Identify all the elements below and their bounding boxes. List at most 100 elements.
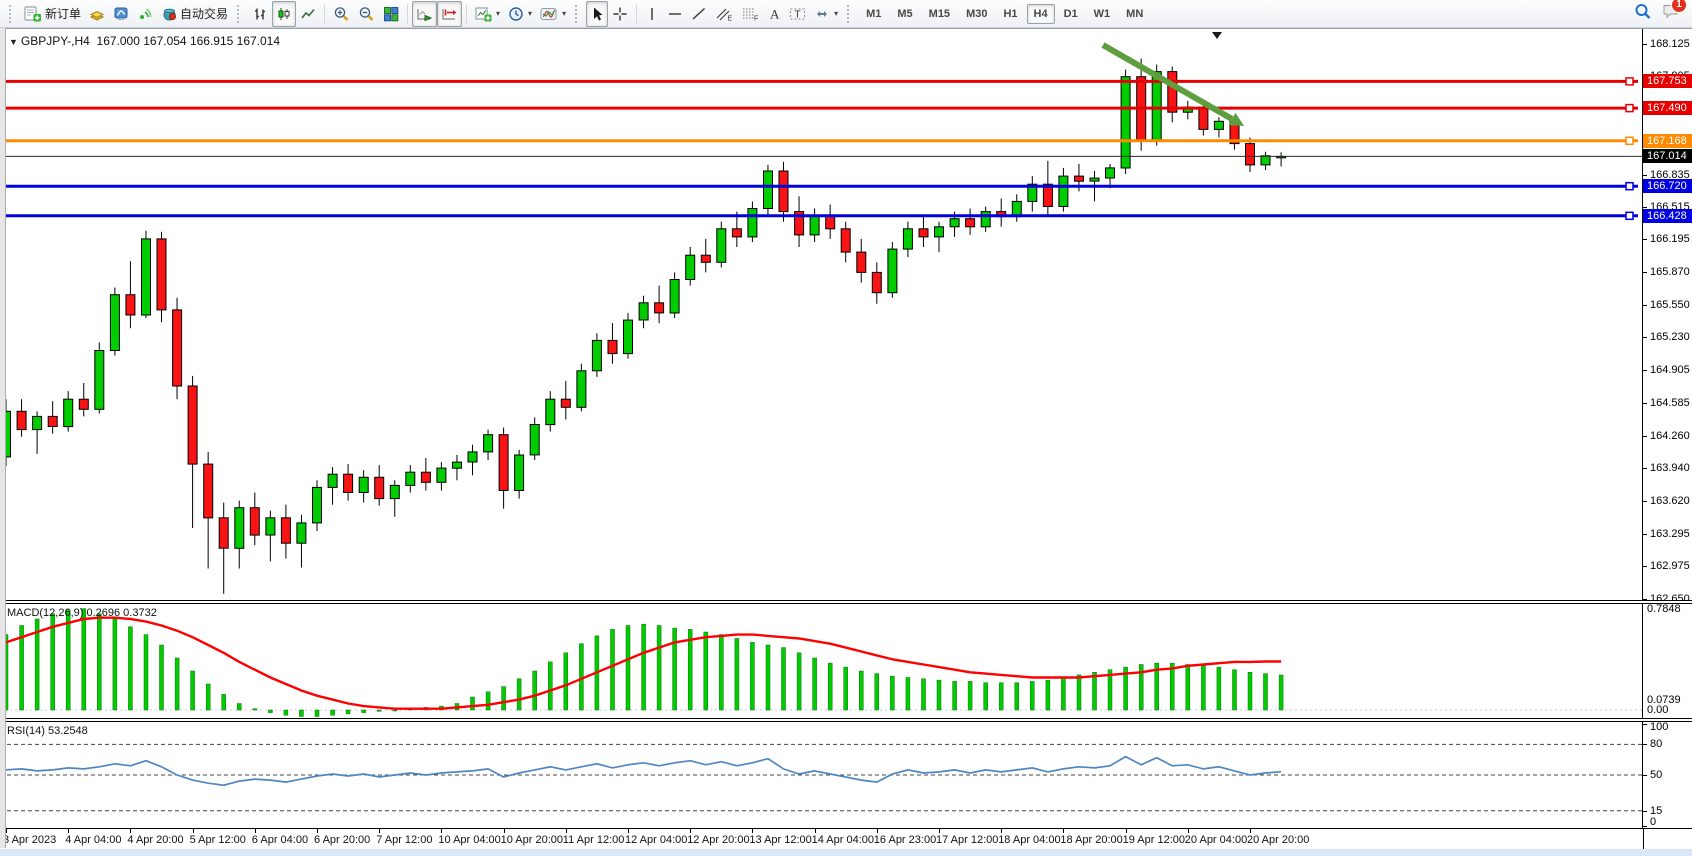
timeframe-m30-button[interactable]: M30 <box>959 4 994 24</box>
timeframe-h4-button[interactable]: H4 <box>1027 4 1055 24</box>
new-order-button[interactable]: 新订单 <box>20 1 85 27</box>
toolbar-grip[interactable] <box>237 5 243 23</box>
text-label-button[interactable]: T <box>785 1 810 27</box>
time-tick-label: 11 Apr 12:00 <box>563 834 625 846</box>
timeframe-d1-button[interactable]: D1 <box>1057 4 1085 24</box>
timeframe-mn-button[interactable]: MN <box>1119 4 1150 24</box>
search-button[interactable] <box>1634 3 1652 25</box>
time-tick-label: 3 Apr 2023 <box>3 834 56 846</box>
line-handle[interactable] <box>1626 183 1633 190</box>
crosshair-button[interactable] <box>608 1 632 27</box>
time-tick <box>504 829 505 833</box>
price-tick-label: 164.260 <box>1650 430 1690 442</box>
price-chart-canvas[interactable] <box>0 29 1643 601</box>
chevron-down-icon[interactable]: ▾ <box>562 9 566 18</box>
rsi-panel[interactable]: RSI(14) 53.2548 1008050150 <box>0 722 1692 828</box>
window-menu-arrow-icon[interactable]: ▼ <box>9 37 18 47</box>
tile-windows-button[interactable] <box>379 1 403 27</box>
horizontal-line-button[interactable] <box>663 1 687 27</box>
auto-scroll-button[interactable] <box>412 1 437 27</box>
trendline-button[interactable] <box>687 1 711 27</box>
time-axis[interactable]: 3 Apr 2023 4 Apr 04:00 4 Apr 20:00 5 Apr 12… <box>0 828 1692 849</box>
price-tick-label: 162.975 <box>1650 560 1690 572</box>
vertical-line-button[interactable] <box>641 1 663 27</box>
timeframe-m15-button[interactable]: M15 <box>922 4 957 24</box>
arrows-button[interactable]: ▾ <box>810 1 842 27</box>
notifications-button[interactable]: 1 <box>1662 3 1680 24</box>
time-tick <box>193 829 194 833</box>
chart-shift-marker-icon[interactable] <box>1212 32 1222 39</box>
tile-windows-icon <box>383 6 399 22</box>
axis-tick <box>1643 468 1647 469</box>
panel-splitter[interactable] <box>0 600 1692 604</box>
line-handle[interactable] <box>1626 78 1633 85</box>
chevron-down-icon[interactable]: ▾ <box>528 9 532 18</box>
macd-chart-canvas[interactable] <box>0 604 1643 718</box>
chart-window[interactable]: ▼GBPJPY-,H4 167.000 167.054 166.915 167.… <box>0 28 1692 855</box>
price-panel[interactable]: ▼GBPJPY-,H4 167.000 167.054 166.915 167.… <box>0 28 1692 601</box>
line-handle[interactable] <box>1626 212 1633 219</box>
svg-text:F: F <box>754 15 758 22</box>
time-tick-label: 5 Apr 12:00 <box>190 834 246 846</box>
axis-tick <box>1643 175 1647 176</box>
price-tick-label: 163.295 <box>1650 528 1690 540</box>
time-tick-label: 6 Apr 20:00 <box>314 834 370 846</box>
axis-tick <box>1643 436 1647 437</box>
new-chart-button[interactable]: ▾ <box>471 1 504 27</box>
time-tick <box>566 829 567 833</box>
timeframe-m5-button[interactable]: M5 <box>890 4 919 24</box>
rsi-chart-canvas[interactable] <box>0 722 1643 828</box>
rsi-axis[interactable]: 1008050150 <box>1642 722 1692 828</box>
market-watch-button[interactable] <box>109 1 133 27</box>
line-chart-button[interactable] <box>296 1 320 27</box>
time-tick-label: 18 Apr 04:00 <box>998 834 1060 846</box>
price-axis[interactable]: 168.125167.805167.485167.165166.835166.5… <box>1642 29 1692 601</box>
time-tick-label: 14 Apr 04:00 <box>812 834 874 846</box>
horizontal-level-lines[interactable] <box>0 78 1642 219</box>
zoom-in-button[interactable] <box>329 1 354 27</box>
time-tick-label: 4 Apr 20:00 <box>127 834 183 846</box>
auto-trading-button[interactable]: 自动交易 <box>157 1 232 27</box>
period-selector-button[interactable]: ▾ <box>504 1 536 27</box>
macd-axis[interactable]: 0.78480.07390.00 <box>1642 604 1692 718</box>
candlestick-chart-button[interactable] <box>272 1 296 27</box>
macd-panel[interactable]: MACD(12,26,9) 0.2696 0.3732 0.78480.0739… <box>0 604 1692 718</box>
indicators-button[interactable]: ▾ <box>536 1 570 27</box>
timeframe-w1-button[interactable]: W1 <box>1087 4 1118 24</box>
auto-scroll-icon <box>416 6 433 22</box>
line-handle[interactable] <box>1626 137 1633 144</box>
shapes-icon <box>814 6 830 22</box>
chart-shift-button[interactable] <box>437 1 462 27</box>
equidistant-channel-button[interactable]: E <box>711 1 737 27</box>
rsi-line <box>6 757 1281 786</box>
axis-tick <box>1643 403 1647 404</box>
left-panel-edge[interactable] <box>0 28 6 848</box>
line-handle[interactable] <box>1626 105 1633 112</box>
price-tick-label: 165.230 <box>1650 331 1690 343</box>
mt4-window: 新订单 自动交易 ▾ ▾ ▾ E FAT ▾ M1M5M15M30H1H4D1W1MN 1 ▼GB… <box>0 0 1692 855</box>
rsi-tick-label: 80 <box>1650 738 1662 750</box>
timeframe-m1-button[interactable]: M1 <box>859 4 888 24</box>
chart-profiles-button[interactable] <box>85 1 109 27</box>
auto-trade-icon <box>161 6 177 22</box>
time-tick-label: 12 Apr 20:00 <box>687 834 749 846</box>
fibonacci-button[interactable]: F <box>737 1 763 27</box>
chevron-down-icon[interactable]: ▾ <box>834 9 838 18</box>
signals-button[interactable] <box>133 1 157 27</box>
time-tick-label: 12 Apr 04:00 <box>625 834 687 846</box>
time-tick <box>628 829 629 833</box>
text-button[interactable]: A <box>763 1 785 27</box>
price-tick-label: 163.940 <box>1650 462 1690 474</box>
toolbar-grip[interactable] <box>847 5 853 23</box>
bar-chart-button[interactable] <box>248 1 272 27</box>
cursor-button[interactable] <box>586 1 608 27</box>
price-tick-label: 164.905 <box>1650 364 1690 376</box>
toolbar-grip[interactable] <box>575 5 581 23</box>
chevron-down-icon[interactable]: ▾ <box>496 9 500 18</box>
toolbar-grip[interactable] <box>9 5 15 23</box>
panel-splitter[interactable] <box>0 718 1692 722</box>
zoom-out-button[interactable] <box>354 1 379 27</box>
time-tick-label: 17 Apr 12:00 <box>936 834 998 846</box>
timeframe-h1-button[interactable]: H1 <box>996 4 1024 24</box>
time-tick-label: 4 Apr 04:00 <box>65 834 121 846</box>
